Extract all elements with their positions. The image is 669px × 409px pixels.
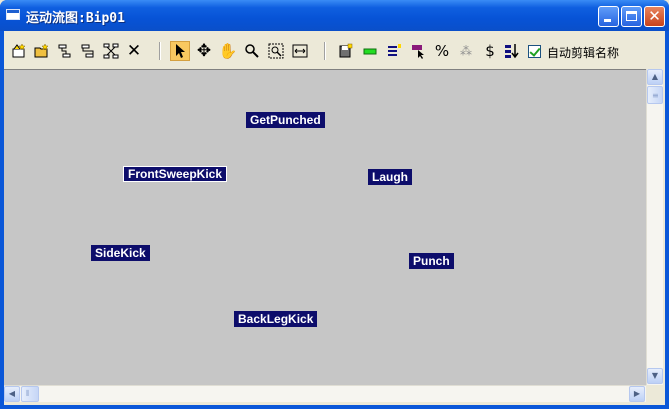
clip-node-punch[interactable]: Punch	[409, 253, 454, 269]
edit-list-icon[interactable]	[384, 41, 404, 61]
maximize-icon	[626, 11, 637, 21]
clip-node-frontsweepkick[interactable]: FrontSweepKick	[123, 166, 228, 182]
transition-icon[interactable]	[55, 41, 75, 61]
minimize-button[interactable]	[598, 6, 619, 27]
client-area: ✕ ✥ ✋ % ⁂ $ 自动剪辑名称 GetPunched FrontSweep…	[4, 31, 665, 405]
select-icon[interactable]	[170, 41, 190, 61]
motion-flow-canvas[interactable]: GetPunched FrontSweepKick Laugh SideKick…	[4, 69, 646, 385]
zoom-extents-icon[interactable]	[290, 41, 310, 61]
maximize-button[interactable]	[621, 6, 642, 27]
auto-clip-name-label[interactable]: 自动剪辑名称	[547, 44, 619, 61]
toolbar: ✕ ✥ ✋ % ⁂ $ 自动剪辑名称	[4, 31, 665, 69]
horizontal-scroll-thumb[interactable]: ⦀	[21, 386, 39, 402]
vertical-scrollbar[interactable]: ▲ ≡ ▼	[646, 69, 663, 385]
scroll-down-button[interactable]: ▼	[647, 368, 663, 384]
clip-node-backlegkick[interactable]: BackLegKick	[234, 311, 318, 327]
random-icon[interactable]: ⁂	[456, 41, 476, 61]
delete-icon[interactable]: ✕	[124, 41, 144, 61]
grip-icon: ≡	[652, 91, 659, 100]
move-icon[interactable]: ✥	[194, 41, 214, 61]
scroll-up-button[interactable]: ▲	[647, 69, 663, 85]
show-list-icon[interactable]	[502, 41, 522, 61]
open-clips-icon[interactable]	[32, 41, 52, 61]
green-bar-icon[interactable]	[360, 41, 380, 61]
window-title: 运动流图:Bip01	[26, 11, 125, 26]
close-icon: ✕	[648, 7, 661, 25]
vertical-scroll-thumb[interactable]: ≡	[647, 86, 663, 104]
close-button[interactable]: ✕	[644, 6, 665, 27]
create-clip-icon[interactable]	[9, 41, 29, 61]
dollar-icon[interactable]: $	[480, 41, 500, 61]
pan-hand-icon[interactable]: ✋	[218, 41, 238, 61]
zoom-region-icon[interactable]	[266, 41, 286, 61]
save-script-icon[interactable]	[336, 41, 356, 61]
title-bar[interactable]: 运动流图:Bip01 ✕	[0, 0, 669, 31]
clip-node-sidekick[interactable]: SideKick	[91, 245, 150, 261]
scroll-right-button[interactable]: ▶	[629, 386, 645, 402]
toolbar-separator	[324, 42, 326, 60]
clip-node-laugh[interactable]: Laugh	[368, 169, 412, 185]
define-start-icon[interactable]	[408, 41, 428, 61]
auto-clip-name-checkbox[interactable]	[528, 45, 541, 58]
resize-grip[interactable]	[646, 385, 663, 402]
random-transition-icon[interactable]	[78, 41, 98, 61]
clip-node-getpunched[interactable]: GetPunched	[246, 112, 325, 128]
minimize-icon	[604, 19, 611, 22]
zoom-icon[interactable]	[242, 41, 262, 61]
percent-icon[interactable]: %	[432, 41, 452, 61]
motion-flow-window: 运动流图:Bip01 ✕ ✕ ✥ ✋ % ⁂ $ 自动剪辑名称 GetPunch…	[0, 0, 669, 409]
toolbar-separator	[159, 42, 161, 60]
window-icon	[6, 9, 20, 20]
horizontal-scrollbar[interactable]: ◀ ⦀ ▶	[4, 385, 646, 402]
grip-icon: ⦀	[26, 389, 30, 398]
optimize-transitions-icon[interactable]	[101, 41, 121, 61]
scroll-left-button[interactable]: ◀	[4, 386, 20, 402]
